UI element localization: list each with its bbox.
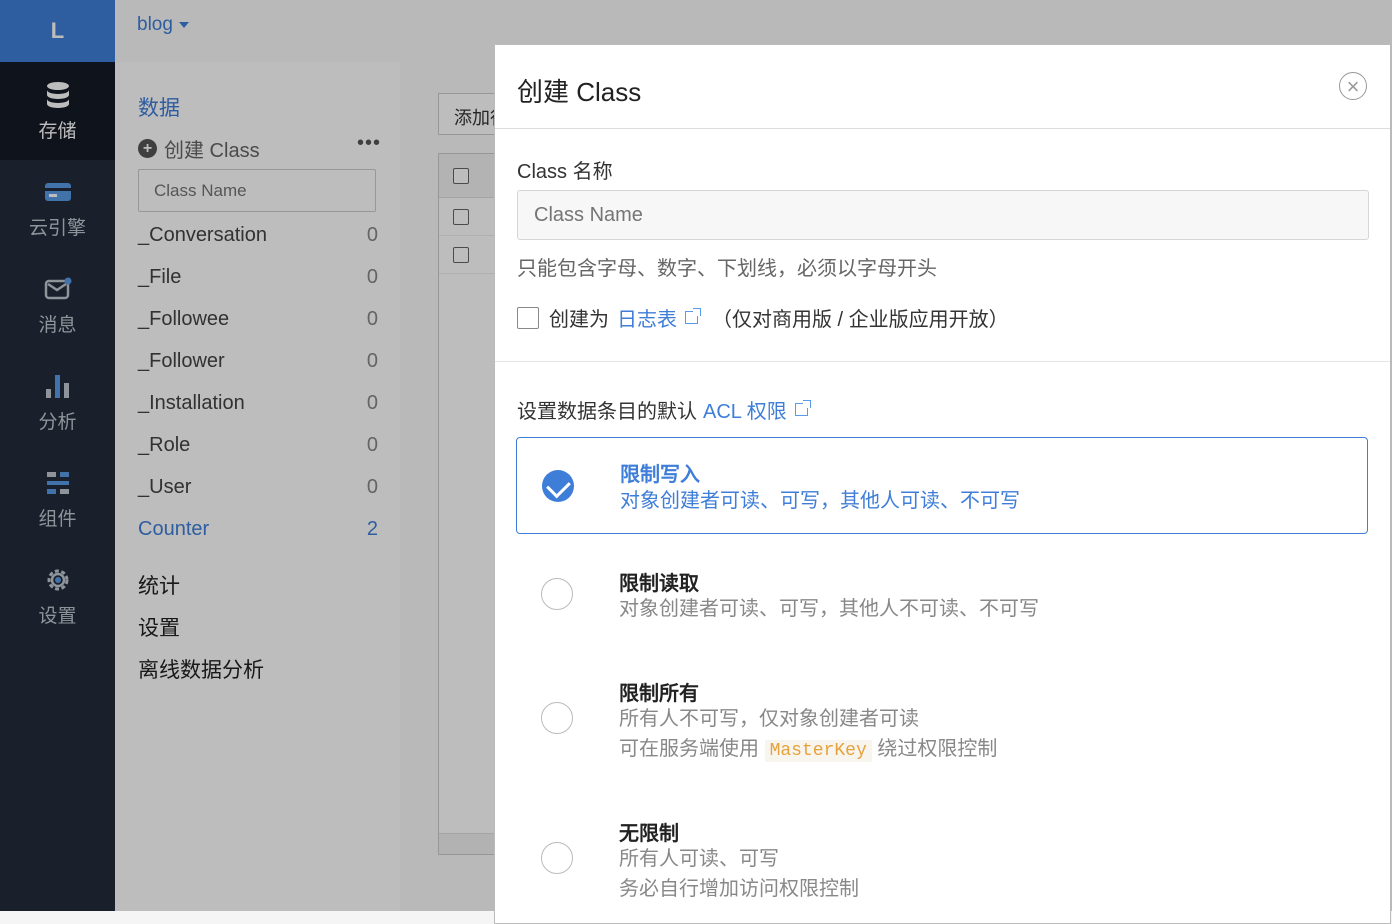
- option-title: 限制写入: [620, 464, 700, 486]
- create-class-dialog: 创建 Class × Class 名称 只能包含字母、数字、下划线，必须以字母开…: [494, 44, 1391, 924]
- close-icon[interactable]: ×: [1339, 72, 1367, 100]
- acl-option-restrict-read[interactable]: 限制读取 对象创建者可读、可写，其他人不可读、不可写: [516, 547, 1368, 643]
- radio-checked-icon[interactable]: [542, 470, 574, 502]
- log-table-note: （仅对商用版 / 企业版应用开放）: [712, 309, 1009, 331]
- divider: [495, 128, 1390, 129]
- log-table-option: 创建为 日志表 （仅对商用版 / 企业版应用开放）: [517, 303, 1009, 332]
- class-name-label: Class 名称: [517, 161, 613, 183]
- external-link-icon: [794, 400, 811, 416]
- option-title: 无限制: [619, 823, 679, 845]
- log-table-checkbox[interactable]: [517, 306, 539, 329]
- option-desc-suffix: 绕过权限控制: [877, 738, 998, 760]
- option-desc: 对象创建者可读、可写，其他人可读、不可写: [620, 490, 1020, 512]
- log-table-link[interactable]: 日志表: [617, 303, 677, 332]
- divider: [495, 361, 1390, 362]
- acl-label-prefix: 设置数据条目的默认: [517, 401, 697, 423]
- option-title: 限制所有: [619, 683, 699, 705]
- acl-option-unrestricted[interactable]: 无限制 所有人可读、可写 务必自行增加访问权限控制: [516, 797, 1368, 907]
- log-table-prefix: 创建为: [549, 309, 609, 331]
- masterkey-code: MasterKey: [764, 740, 872, 762]
- class-name-help: 只能包含字母、数字、下划线，必须以字母开头: [517, 258, 937, 280]
- acl-link[interactable]: ACL 权限: [703, 395, 787, 424]
- class-name-input[interactable]: [517, 190, 1369, 240]
- radio-icon[interactable]: [541, 842, 573, 874]
- option-desc: 对象创建者可读、可写，其他人不可读、不可写: [619, 598, 1039, 620]
- external-link-icon: [685, 308, 701, 324]
- option-title: 限制读取: [619, 573, 699, 595]
- radio-icon[interactable]: [541, 578, 573, 610]
- acl-option-restrict-write[interactable]: 限制写入 对象创建者可读、可写，其他人可读、不可写: [516, 437, 1368, 534]
- acl-label: 设置数据条目的默认 ACL 权限: [517, 395, 814, 424]
- option-desc-secondary: 务必自行增加访问权限控制: [619, 878, 859, 900]
- option-desc: 所有人不可写，仅对象创建者可读: [619, 708, 919, 730]
- option-desc-secondary: 可在服务端使用 MasterKey 绕过权限控制: [619, 734, 997, 766]
- dialog-title: 创建 Class: [517, 77, 642, 107]
- radio-icon[interactable]: [541, 702, 573, 734]
- option-desc: 所有人可读、可写: [619, 848, 779, 870]
- option-desc-prefix: 可在服务端使用: [619, 738, 759, 760]
- acl-option-restrict-all[interactable]: 限制所有 所有人不可写，仅对象创建者可读 可在服务端使用 MasterKey 绕…: [516, 657, 1368, 767]
